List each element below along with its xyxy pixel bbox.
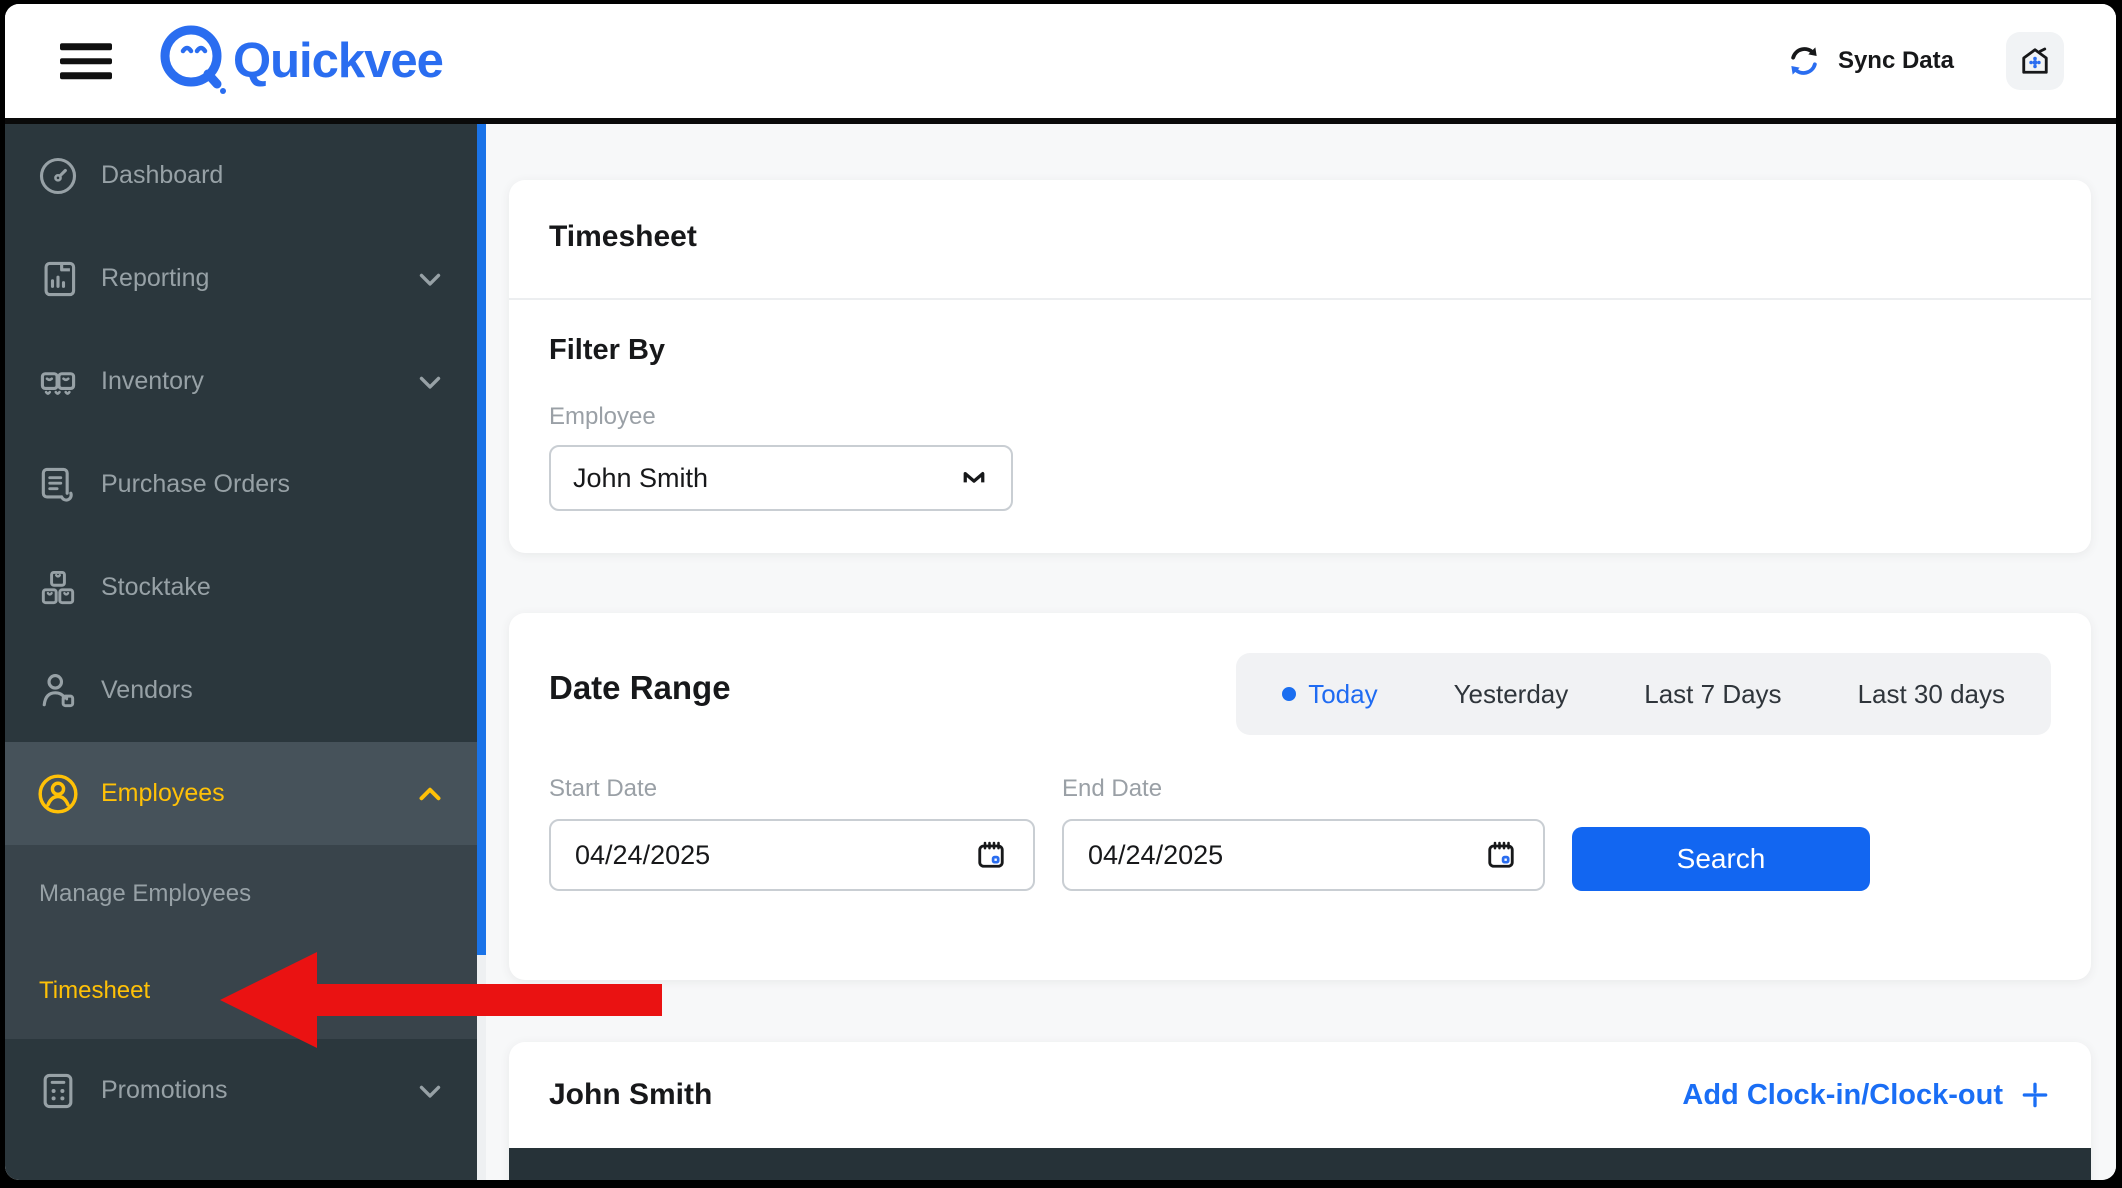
radio-selected-icon xyxy=(1282,687,1297,701)
sidebar-item-label: Dashboard xyxy=(101,161,224,189)
quick-range-group: Today Yesterday Last 7 Days Last 30 days xyxy=(1236,653,2051,735)
scrollbar-thumb[interactable] xyxy=(477,124,486,955)
employee-select[interactable]: John Smith xyxy=(549,445,1013,511)
start-date-input[interactable]: 04/24/2025 xyxy=(549,819,1035,891)
hamburger-menu-icon[interactable] xyxy=(60,43,112,79)
range-option-today[interactable]: Today xyxy=(1282,678,1378,710)
add-clockin-clockout-label: Add Clock-in/Clock-out xyxy=(1682,1078,2003,1111)
calendar-icon[interactable] xyxy=(1483,837,1519,873)
sidebar-item-vendors[interactable]: Vendors xyxy=(5,639,477,742)
store-account-button[interactable] xyxy=(2006,32,2064,90)
timesheet-table-header-bar xyxy=(509,1148,2091,1180)
submenu-item-label: Manage Employees xyxy=(39,879,252,907)
range-option-last-7-days[interactable]: Last 7 Days xyxy=(1644,679,1781,710)
logo-text: Quickvee xyxy=(233,34,444,88)
range-option-last-30-days[interactable]: Last 30 days xyxy=(1858,679,2005,710)
sidebar-item-label: Promotions xyxy=(101,1076,228,1104)
sidebar-item-dashboard[interactable]: Dashboard xyxy=(5,124,477,227)
sync-data-button[interactable]: Sync Data xyxy=(1784,41,1954,81)
topbar-actions: Sync Data xyxy=(1784,32,2064,90)
sidebar-item-label: Inventory xyxy=(101,367,204,395)
report-file-icon xyxy=(35,257,81,301)
submenu-item-timesheet[interactable]: Timesheet xyxy=(5,942,477,1039)
inventory-boxes-icon xyxy=(35,360,81,404)
sync-arrows-icon xyxy=(1791,47,1817,75)
sidebar-nav: Dashboard Reporting Inventory Purchase O… xyxy=(5,124,477,1180)
sidebar-item-label: Employees xyxy=(101,779,225,807)
quickvee-logo[interactable]: Quickvee xyxy=(153,18,444,104)
sidebar-item-label: Reporting xyxy=(101,264,210,292)
employees-submenu: Manage Employees Timesheet xyxy=(5,845,477,1039)
end-date-label: End Date xyxy=(1062,775,1163,802)
start-date-label: Start Date xyxy=(549,775,658,802)
range-option-label: Yesterday xyxy=(1453,678,1569,709)
filter-by-heading: Filter By xyxy=(549,334,666,366)
employee-field-label: Employee xyxy=(549,403,656,430)
chevron-down-icon xyxy=(413,1074,447,1108)
stacked-boxes-icon xyxy=(35,566,81,610)
range-option-label: Last 7 Days xyxy=(1644,678,1782,709)
submenu-item-label: Timesheet xyxy=(39,976,151,1004)
submenu-item-manage-employees[interactable]: Manage Employees xyxy=(5,845,477,942)
sidebar-item-promotions[interactable]: Promotions xyxy=(5,1039,477,1142)
sidebar-item-employees[interactable]: Employees xyxy=(5,742,477,845)
sidebar-item-purchase-orders[interactable]: Purchase Orders xyxy=(5,433,477,536)
employee-timesheet-card: John Smith Add Clock-in/Clock-out xyxy=(509,1042,2091,1180)
vendor-person-icon xyxy=(35,669,81,713)
page-title: Timesheet xyxy=(549,220,697,253)
chevron-up-icon xyxy=(413,777,447,811)
timesheet-filter-card: Timesheet Filter By Employee John Smith xyxy=(509,180,2091,553)
end-date-input[interactable]: 04/24/2025 xyxy=(1062,819,1545,891)
end-date-value: 04/24/2025 xyxy=(1088,839,1224,870)
store-icon xyxy=(2022,47,2048,74)
logo-magnifier-q-icon xyxy=(160,25,226,94)
promo-grid-icon xyxy=(35,1069,81,1113)
sidebar-item-stocktake[interactable]: Stocktake xyxy=(5,536,477,639)
app-window: Quickvee Sync Data Dashboard Reporting I… xyxy=(0,0,2122,1188)
content-scrollbar[interactable] xyxy=(477,124,486,1180)
date-range-card: Date Range Today Yesterday Last 7 Days L… xyxy=(509,613,2091,980)
main-content: Timesheet Filter By Employee John Smith xyxy=(486,124,2116,1180)
chevron-down-icon xyxy=(413,365,447,399)
sync-data-label: Sync Data xyxy=(1837,47,1954,74)
plus-icon xyxy=(2022,1082,2048,1108)
employee-select-value: John Smith xyxy=(573,462,709,493)
dropdown-caret-icon xyxy=(959,463,989,493)
chevron-down-icon xyxy=(413,262,447,296)
person-circle-icon xyxy=(35,771,81,817)
sidebar-item-reporting[interactable]: Reporting xyxy=(5,227,477,330)
receipt-icon xyxy=(35,463,81,507)
top-bar: Quickvee Sync Data xyxy=(5,4,2116,118)
sidebar-item-label: Vendors xyxy=(101,676,193,704)
add-clockin-clockout-link[interactable]: Add Clock-in/Clock-out xyxy=(1682,1079,2051,1112)
speedometer-icon xyxy=(35,154,81,198)
search-button[interactable]: Search xyxy=(1572,827,1870,891)
range-option-label: Last 30 days xyxy=(1857,678,2005,709)
calendar-icon[interactable] xyxy=(973,837,1009,873)
range-option-label: Today xyxy=(1308,678,1378,709)
timesheet-card-header: Timesheet xyxy=(509,180,2091,300)
sidebar-item-label: Stocktake xyxy=(101,573,211,601)
employee-name-heading: John Smith xyxy=(549,1078,713,1111)
start-date-value: 04/24/2025 xyxy=(575,839,711,870)
range-option-yesterday[interactable]: Yesterday xyxy=(1454,679,1569,710)
sidebar-item-inventory[interactable]: Inventory xyxy=(5,330,477,433)
sidebar-item-label: Purchase Orders xyxy=(101,470,290,498)
date-range-title: Date Range xyxy=(549,669,731,706)
browser-viewport: Quickvee Sync Data Dashboard Reporting I… xyxy=(5,4,2116,1180)
